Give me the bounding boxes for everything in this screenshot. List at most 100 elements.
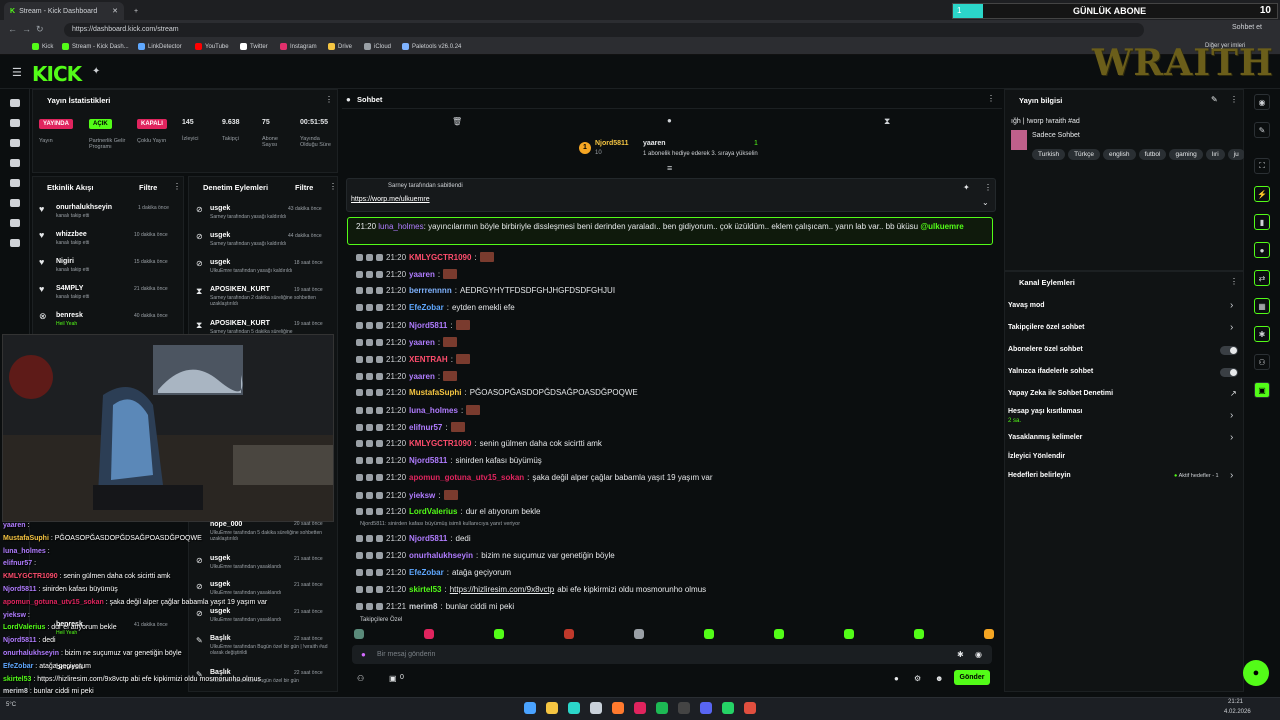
trash-icon[interactable] — [356, 372, 363, 380]
quick-emote[interactable] — [564, 629, 574, 639]
timeout-icon[interactable] — [366, 423, 373, 431]
tag[interactable]: gaming — [1169, 149, 1203, 160]
goals-item[interactable]: Hedefleri belirleyin — [1008, 472, 1071, 479]
ban-icon[interactable] — [376, 508, 383, 515]
chat-bubble-icon[interactable]: ● — [667, 116, 672, 125]
stop-icon[interactable]: ◉ — [975, 650, 982, 659]
rail-chat-icon[interactable]: ● — [1254, 242, 1270, 258]
top-supporter-name[interactable]: Njord5811 — [595, 140, 628, 147]
bookmark-twitter[interactable]: Twitter — [240, 43, 268, 50]
chat-message[interactable]: 21:20 MustafaSuphi: PĞOASOPĞASDOPĞDSAĞPOAS… — [356, 388, 638, 397]
timeout-icon[interactable] — [366, 535, 373, 542]
close-tab-icon[interactable]: ✕ — [112, 7, 118, 15]
message-link[interactable]: https://hizliresim.com/9x8vctp — [450, 585, 554, 594]
tag[interactable]: Türkçe — [1068, 149, 1100, 160]
rail-swap-icon[interactable]: ⇄ — [1254, 270, 1270, 286]
steam-icon[interactable] — [590, 702, 602, 714]
message-username[interactable]: skirtel53 — [409, 585, 441, 594]
trash-icon[interactable] — [356, 474, 363, 481]
message-username[interactable]: KMLYGCTR1090 — [409, 253, 471, 262]
ban-icon[interactable] — [376, 372, 383, 380]
quick-emote[interactable] — [704, 629, 714, 639]
ban-icon[interactable] — [376, 440, 383, 447]
banned-words-item[interactable]: Yasaklanmış kelimeler — [1008, 434, 1082, 441]
stats-more-icon[interactable]: ⋮ — [325, 95, 333, 104]
pin-icon[interactable]: ✦ — [92, 66, 100, 77]
external-link-icon[interactable]: ↗ — [1230, 389, 1237, 398]
chat-message[interactable]: 21:20 KMLYGCTR1090: senin gülmen daha cok … — [356, 439, 602, 448]
timeout-icon[interactable] — [366, 406, 373, 414]
chat-message[interactable]: 21:20 Njord5811: sinirden kafası büyümüş — [356, 456, 542, 465]
gear-icon[interactable]: ⚙ — [914, 674, 921, 683]
reload-icon[interactable]: ↻ — [36, 24, 44, 35]
timeout-icon[interactable] — [366, 253, 373, 261]
ban-icon[interactable] — [376, 552, 383, 559]
trash-icon[interactable] — [356, 535, 363, 542]
edge-icon[interactable] — [568, 702, 580, 714]
ban-icon[interactable] — [376, 457, 383, 464]
ban-icon[interactable] — [376, 603, 383, 610]
quick-emote[interactable] — [634, 629, 644, 639]
trash-icon[interactable] — [356, 355, 363, 363]
message-username[interactable]: merim8 — [409, 602, 437, 611]
message-username[interactable]: Njord5811 — [409, 534, 447, 543]
spotify-icon[interactable] — [656, 702, 668, 714]
tag[interactable]: lıri — [1205, 149, 1225, 160]
chat-message[interactable]: 21:20 berrrennnn: AEDRGYHYTFDSDFGHJHGFDSDF… — [356, 286, 615, 295]
expand-icon[interactable]: ≡ — [667, 163, 672, 173]
chat-message[interactable]: 21:20 Njord5811: — [356, 320, 470, 330]
chat-message[interactable]: 21:20 yaaren: — [356, 269, 458, 279]
bookmark-paletools[interactable]: Paletools v26.0.24 — [402, 43, 461, 50]
trash-icon[interactable] — [356, 304, 363, 311]
chat-message[interactable]: 21:20 EfeZobar: eytden emekli efe — [356, 303, 515, 312]
tag[interactable]: english — [1102, 149, 1136, 160]
chevron-right-icon[interactable]: › — [1230, 300, 1233, 311]
trash-icon[interactable] — [356, 406, 363, 414]
followers-only-item[interactable]: Takipçilere özel sohbet — [1008, 324, 1085, 331]
forward-icon[interactable]: → — [22, 24, 31, 34]
chat-message[interactable]: 21:20 apomun_gotuna_utv15_sokan: şaka deği… — [356, 473, 713, 482]
timeout-icon[interactable] — [366, 586, 373, 593]
message-username[interactable]: Njord5811 — [409, 456, 447, 465]
trash-icon[interactable] — [356, 389, 363, 396]
message-username[interactable]: elifnur57 — [409, 423, 442, 432]
stream-info-more-icon[interactable]: ⋮ — [1230, 95, 1238, 104]
chevron-right-icon[interactable]: › — [1230, 470, 1233, 481]
discord-icon[interactable] — [700, 702, 712, 714]
nav-people-icon[interactable] — [10, 219, 20, 227]
app-icon[interactable] — [634, 702, 646, 714]
ban-icon[interactable] — [376, 338, 383, 346]
trash-icon[interactable] — [356, 423, 363, 431]
nav-link-icon[interactable] — [10, 119, 20, 127]
message-username[interactable]: KMLYGCTR1090 — [409, 439, 471, 448]
timeout-icon[interactable] — [366, 372, 373, 380]
slow-mode-item[interactable]: Yavaş mod — [1008, 302, 1045, 309]
quick-emote[interactable] — [424, 629, 434, 639]
message-username[interactable]: EfeZobar — [409, 303, 444, 312]
trash-icon[interactable] — [356, 508, 363, 515]
chat-message[interactable]: 21:20 LordValerius: dur el atıyorum bekle — [356, 507, 540, 516]
timeout-icon[interactable] — [366, 321, 373, 329]
users-icon[interactable]: ⚇ — [357, 674, 364, 683]
timeout-icon[interactable] — [366, 440, 373, 447]
message-username[interactable]: apomun_gotuna_utv15_sokan — [409, 473, 524, 482]
rail-bolt-icon[interactable]: ⚡ — [1254, 186, 1270, 202]
ban-icon[interactable] — [376, 253, 383, 261]
emote-only-toggle[interactable] — [1220, 368, 1238, 377]
bookmark-linkdetector[interactable]: LinkDetector — [138, 43, 182, 50]
timeout-icon[interactable] — [366, 603, 373, 610]
chat-message[interactable]: 21:20 XENTRAH: — [356, 354, 470, 364]
pinned-link[interactable]: https://worp.me/ulkuemre — [351, 196, 430, 203]
pin-icon[interactable]: ✦ — [963, 183, 970, 192]
chat-input[interactable]: Bir mesaj gönderin — [377, 651, 435, 658]
activity-filter[interactable]: Filtre — [139, 183, 157, 192]
message-username[interactable]: yaaren — [409, 270, 435, 279]
ban-icon[interactable] — [376, 355, 383, 363]
timeout-icon[interactable] — [366, 355, 373, 363]
timeout-icon[interactable] — [366, 389, 373, 396]
trash-icon[interactable]: 🗑 — [452, 117, 462, 126]
trash-icon[interactable] — [356, 569, 363, 576]
nav-hierarchy-icon[interactable] — [10, 239, 20, 247]
chat-message[interactable]: 21:20 yaaren: — [356, 337, 458, 347]
message-username[interactable]: LordValerius — [409, 507, 457, 516]
